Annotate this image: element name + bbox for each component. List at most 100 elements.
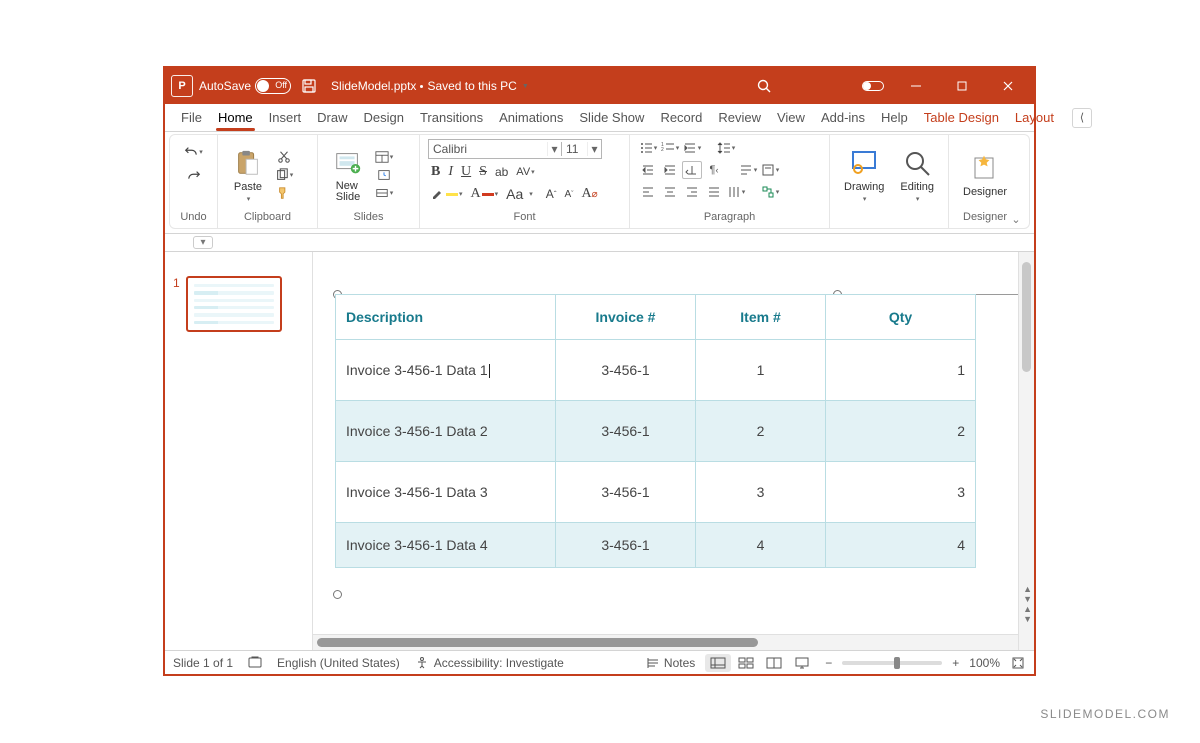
increase-indent-button[interactable] xyxy=(660,161,680,179)
slideshow-view-button[interactable] xyxy=(789,654,815,672)
minimize-button[interactable] xyxy=(896,68,936,104)
drawing-button[interactable]: Drawing▾ xyxy=(838,145,890,205)
rtl-text-button[interactable]: ¶‹ xyxy=(704,161,724,179)
tab-table-design[interactable]: Table Design xyxy=(916,110,1007,125)
save-icon[interactable] xyxy=(297,74,321,98)
zoom-in-button[interactable]: + xyxy=(952,656,959,670)
scroll-thumb[interactable] xyxy=(317,638,758,647)
numbering-button[interactable]: 12▾ xyxy=(660,139,680,157)
underline-button[interactable]: U xyxy=(458,163,474,181)
slide-sorter-view-button[interactable] xyxy=(733,654,759,672)
language-indicator[interactable]: English (United States) xyxy=(277,656,400,670)
copy-button[interactable]: ▾ xyxy=(274,166,294,184)
align-left-button[interactable] xyxy=(638,183,658,201)
decrease-indent-button[interactable] xyxy=(638,161,658,179)
decrease-font-button[interactable]: Aˇ xyxy=(561,185,576,203)
search-icon[interactable] xyxy=(752,74,776,98)
qat-dropdown-icon[interactable]: ▾ xyxy=(193,236,213,249)
notes-button[interactable]: Notes xyxy=(645,655,695,671)
ribbon-display-options-icon[interactable]: ⟨ xyxy=(1072,108,1092,128)
tab-insert[interactable]: Insert xyxy=(261,110,310,125)
character-spacing-button[interactable]: AV▾ xyxy=(513,163,537,181)
autosave-toggle[interactable]: AutoSave Off xyxy=(199,78,291,94)
table-header-qty[interactable]: Qty xyxy=(826,295,976,340)
chevron-down-icon[interactable]: ▾ xyxy=(587,142,601,156)
tab-view[interactable]: View xyxy=(769,110,813,125)
simplified-ribbon-toggle-icon[interactable] xyxy=(862,81,884,91)
data-table[interactable]: Description Invoice # Item # Qty Invoice… xyxy=(335,294,976,568)
tab-file[interactable]: File xyxy=(173,110,210,125)
align-vertical-button[interactable]: ▾ xyxy=(760,161,780,179)
tab-animations[interactable]: Animations xyxy=(491,110,571,125)
italic-button[interactable]: I xyxy=(445,163,456,181)
convert-smartart-button[interactable]: ▾ xyxy=(760,183,780,201)
editing-button[interactable]: Editing▾ xyxy=(894,145,940,205)
paste-button[interactable]: Paste ▾ xyxy=(226,145,270,205)
slide-thumbnail-1[interactable] xyxy=(186,276,282,332)
line-spacing-button[interactable]: ▾ xyxy=(716,139,736,157)
collapse-ribbon-icon[interactable]: ⌄ xyxy=(1007,212,1025,226)
align-right-button[interactable] xyxy=(682,183,702,201)
align-center-button[interactable] xyxy=(660,183,680,201)
reading-view-button[interactable] xyxy=(761,654,787,672)
accessibility-status[interactable]: Accessibility: Investigate xyxy=(414,655,564,671)
vertical-scrollbar[interactable]: ▲▼▲▼ xyxy=(1018,252,1034,650)
zoom-slider[interactable] xyxy=(842,661,942,665)
fit-to-window-button[interactable] xyxy=(1010,655,1026,671)
table-header-invoice[interactable]: Invoice # xyxy=(556,295,696,340)
font-selector[interactable]: Calibri ▾ 11 ▾ xyxy=(428,139,602,159)
section-button[interactable]: ▾ xyxy=(374,184,394,202)
maximize-button[interactable] xyxy=(942,68,982,104)
increase-font-button[interactable]: Aˆ xyxy=(543,185,560,203)
cut-button[interactable] xyxy=(274,148,294,166)
redo-button[interactable] xyxy=(184,167,204,185)
close-button[interactable] xyxy=(988,68,1028,104)
ltr-text-button[interactable] xyxy=(682,161,702,179)
zoom-out-button[interactable]: − xyxy=(825,656,832,670)
bullets-button[interactable]: ▾ xyxy=(638,139,658,157)
justify-button[interactable] xyxy=(704,183,724,201)
change-case-button[interactable]: Aa xyxy=(503,185,526,203)
text-shadow-button[interactable]: ab xyxy=(492,163,511,181)
font-color-button[interactable]: A▾ xyxy=(468,185,502,203)
undo-button[interactable]: ▾ xyxy=(184,143,204,161)
bold-button[interactable]: B xyxy=(428,163,443,181)
zoom-percent[interactable]: 100% xyxy=(969,656,1000,670)
table-header-description[interactable]: Description xyxy=(336,295,556,340)
slide-canvas[interactable]: Description Invoice # Item # Qty Invoice… xyxy=(313,252,1034,650)
tab-design[interactable]: Design xyxy=(356,110,412,125)
horizontal-scrollbar[interactable] xyxy=(313,634,1018,650)
reset-slide-button[interactable] xyxy=(374,166,394,184)
designer-button[interactable]: Designer xyxy=(957,150,1013,200)
slide-layout-button[interactable]: ▾ xyxy=(374,148,394,166)
tab-record[interactable]: Record xyxy=(652,110,710,125)
tab-transitions[interactable]: Transitions xyxy=(412,110,491,125)
document-title[interactable]: SlideModel.pptx Saved to this PC ▼ xyxy=(331,79,529,93)
tab-addins[interactable]: Add-ins xyxy=(813,110,873,125)
tab-draw[interactable]: Draw xyxy=(309,110,355,125)
font-size-input[interactable]: 11 xyxy=(561,142,587,156)
selection-handle-icon[interactable] xyxy=(333,590,342,599)
notes-presence-icon[interactable] xyxy=(247,655,263,671)
table-header-item[interactable]: Item # xyxy=(696,295,826,340)
format-painter-button[interactable] xyxy=(274,184,294,202)
new-slide-button[interactable]: New Slide xyxy=(326,145,370,205)
normal-view-button[interactable] xyxy=(705,654,731,672)
chevron-down-icon[interactable]: ▾ xyxy=(547,142,561,156)
text-direction-button[interactable]: ▾ xyxy=(738,161,758,179)
slide-counter[interactable]: Slide 1 of 1 xyxy=(173,656,233,670)
tab-help[interactable]: Help xyxy=(873,110,916,125)
strikethrough-button[interactable]: S xyxy=(476,163,490,181)
toggle-switch-icon[interactable]: Off xyxy=(255,78,291,94)
columns-button[interactable]: ▾ xyxy=(726,183,746,201)
tab-home[interactable]: Home xyxy=(210,110,261,125)
tab-review[interactable]: Review xyxy=(710,110,769,125)
zoom-slider-knob[interactable] xyxy=(894,657,900,669)
highlight-button[interactable]: ▾ xyxy=(428,185,466,203)
tab-slideshow[interactable]: Slide Show xyxy=(571,110,652,125)
tab-layout[interactable]: Layout xyxy=(1007,110,1062,125)
clear-formatting-button[interactable]: A⌀ xyxy=(579,185,601,203)
slide-nav-arrows-icon[interactable]: ▲▼▲▼ xyxy=(1023,584,1032,624)
scroll-thumb[interactable] xyxy=(1022,262,1031,372)
indent-more-button[interactable]: ▾ xyxy=(682,139,702,157)
